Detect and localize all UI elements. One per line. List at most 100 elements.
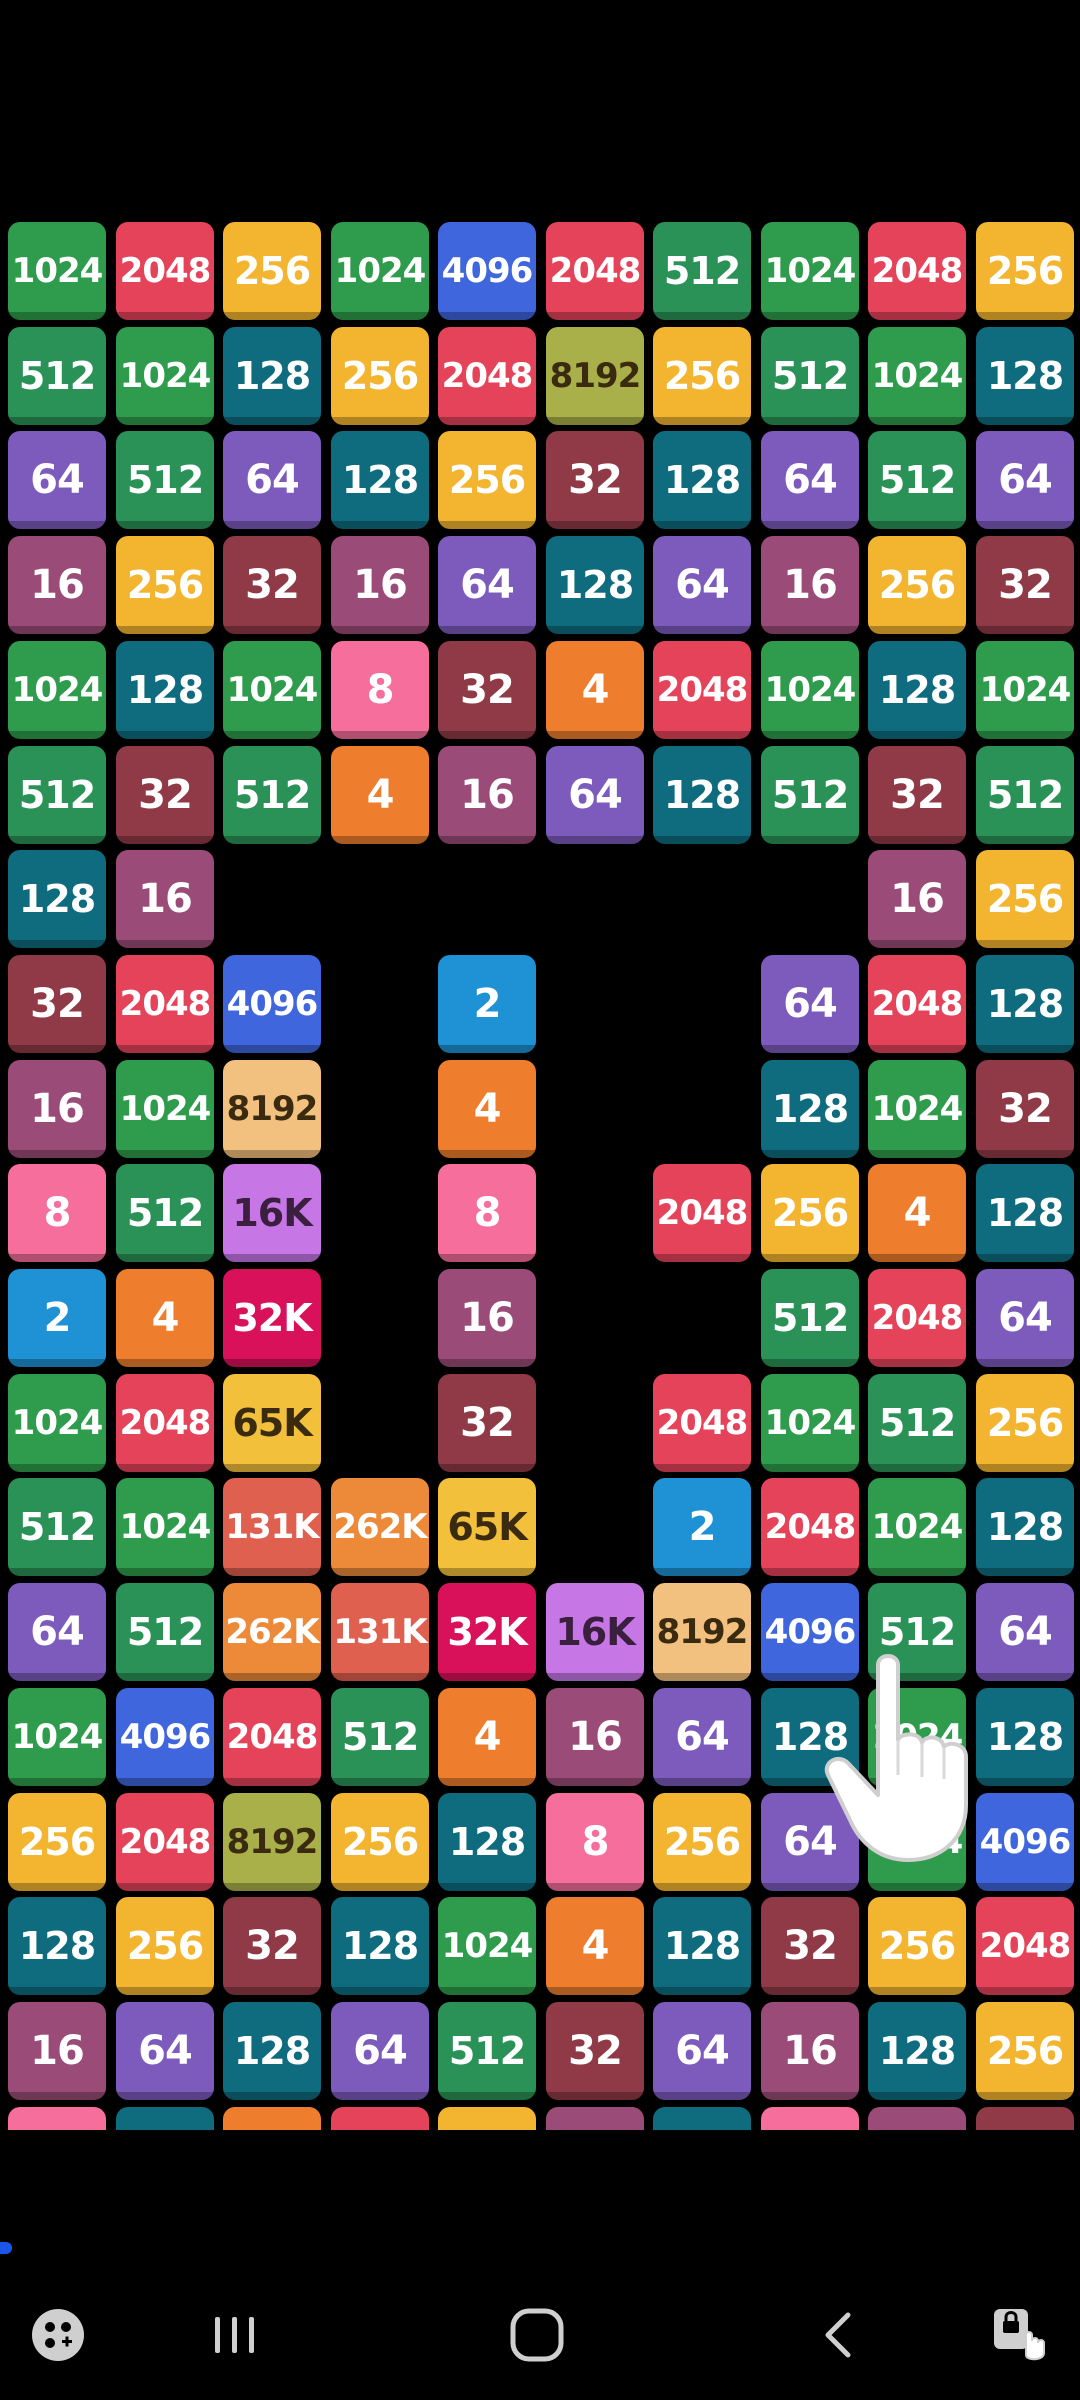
tile[interactable]: 1024	[761, 641, 859, 739]
tile[interactable]: 1024	[8, 1688, 106, 1786]
tile[interactable]: 16	[761, 2002, 859, 2100]
tile[interactable]: 8192	[223, 1060, 321, 1158]
tile[interactable]: 16	[8, 536, 106, 634]
tile[interactable]: 1024	[868, 1060, 966, 1158]
tile[interactable]: 262K	[331, 1478, 429, 1576]
tile[interactable]: 256	[438, 431, 536, 529]
game-launcher-button[interactable]	[18, 2295, 98, 2375]
tile[interactable]: 128	[976, 955, 1074, 1053]
tile[interactable]: 128	[8, 850, 106, 948]
tile[interactable]: 16	[546, 1688, 644, 1786]
tile[interactable]: 16	[116, 850, 214, 948]
tile[interactable]: 512	[761, 1269, 859, 1367]
tile[interactable]: 4	[546, 1897, 644, 1995]
tile[interactable]: 2048	[116, 1793, 214, 1891]
tile[interactable]: 64	[223, 431, 321, 529]
tile[interactable]: 8	[8, 1164, 106, 1262]
tile[interactable]: 512	[868, 1583, 966, 1681]
tile[interactable]: 64	[438, 536, 536, 634]
tile[interactable]: 32	[761, 1897, 859, 1995]
tile[interactable]: 64	[653, 536, 751, 634]
tile[interactable]: 8192	[223, 1793, 321, 1891]
tile[interactable]: 4	[331, 746, 429, 844]
tile[interactable]: 8	[8, 2107, 106, 2130]
tile[interactable]: 128	[331, 1897, 429, 1995]
tile[interactable]: 256	[868, 1897, 966, 1995]
touch-protection-button[interactable]	[978, 2295, 1058, 2375]
tile[interactable]: 1024	[976, 641, 1074, 739]
tile[interactable]: 256	[976, 1374, 1074, 1472]
tile[interactable]: 256	[331, 1793, 429, 1891]
tile[interactable]: 4	[546, 641, 644, 739]
tile[interactable]: 4096	[116, 1688, 214, 1786]
tile[interactable]: 64	[331, 2002, 429, 2100]
tile[interactable]: 16	[331, 536, 429, 634]
tile[interactable]: 4096	[438, 222, 536, 320]
tile[interactable]: 128	[868, 2002, 966, 2100]
tile[interactable]: 64	[116, 2002, 214, 2100]
tile[interactable]: 128	[223, 327, 321, 425]
tile[interactable]: 256	[653, 1793, 751, 1891]
tile[interactable]: 32	[976, 536, 1074, 634]
tile[interactable]: 256	[761, 1164, 859, 1262]
tile[interactable]: 8192	[653, 1583, 751, 1681]
tile[interactable]: 1024	[116, 1478, 214, 1576]
tile[interactable]: 2048	[868, 955, 966, 1053]
tile[interactable]: 8	[331, 641, 429, 739]
tile[interactable]: 16	[438, 1269, 536, 1367]
tile[interactable]: 64	[976, 1269, 1074, 1367]
tile[interactable]: 32	[868, 746, 966, 844]
tile[interactable]: 2048	[223, 1688, 321, 1786]
tile[interactable]: 1024	[868, 327, 966, 425]
tile[interactable]: 64	[8, 1583, 106, 1681]
tile[interactable]: 32	[438, 641, 536, 739]
tile[interactable]: 128	[976, 1164, 1074, 1262]
tile[interactable]: 256	[976, 850, 1074, 948]
tile[interactable]: 16K	[546, 1583, 644, 1681]
tile[interactable]: 1024	[868, 1478, 966, 1576]
tile[interactable]: 4	[223, 2107, 321, 2130]
tile[interactable]: 256	[8, 1793, 106, 1891]
tile[interactable]: 512	[653, 222, 751, 320]
tile[interactable]: 128	[546, 536, 644, 634]
tile[interactable]: 2048	[331, 2107, 429, 2130]
tile[interactable]: 128	[653, 746, 751, 844]
tile[interactable]: 16	[868, 850, 966, 948]
tile[interactable]: 64	[761, 431, 859, 529]
tile[interactable]: 128	[223, 2002, 321, 2100]
tile[interactable]: 128	[653, 431, 751, 529]
tile[interactable]: 1024	[223, 641, 321, 739]
tile[interactable]: 1024	[116, 327, 214, 425]
tile[interactable]: 16	[8, 1060, 106, 1158]
tile[interactable]: 128	[116, 641, 214, 739]
tile[interactable]: 256	[868, 536, 966, 634]
tile[interactable]: 4	[438, 1688, 536, 1786]
tile[interactable]: 2048	[546, 222, 644, 320]
tile[interactable]: 4096	[223, 955, 321, 1053]
tile[interactable]: 8192	[546, 327, 644, 425]
tile[interactable]: 4096	[761, 1583, 859, 1681]
tile[interactable]: 64	[761, 955, 859, 1053]
tile[interactable]: 512	[761, 746, 859, 844]
tile[interactable]: 128	[976, 327, 1074, 425]
tile[interactable]: 2048	[438, 327, 536, 425]
tile[interactable]: 2048	[868, 222, 966, 320]
tile[interactable]: 256	[653, 327, 751, 425]
tile[interactable]: 1024	[868, 1688, 966, 1786]
tile[interactable]: 64	[976, 1583, 1074, 1681]
tile[interactable]: 2048	[653, 1374, 751, 1472]
tile[interactable]: 512	[868, 431, 966, 529]
tile[interactable]: 4	[438, 1060, 536, 1158]
tile[interactable]: 131K	[223, 1478, 321, 1576]
tile[interactable]: 32K	[223, 1269, 321, 1367]
tile[interactable]: 4	[116, 1269, 214, 1367]
tile[interactable]: 4096	[976, 1793, 1074, 1891]
tile[interactable]: 2	[653, 1478, 751, 1576]
tile[interactable]: 131K	[331, 1583, 429, 1681]
tile[interactable]: 32	[976, 1060, 1074, 1158]
tile[interactable]: 32	[8, 955, 106, 1053]
tile[interactable]: 512	[868, 1374, 966, 1472]
tile[interactable]: 16	[8, 2002, 106, 2100]
tile[interactable]: 128	[331, 431, 429, 529]
tile[interactable]: 4	[868, 1164, 966, 1262]
